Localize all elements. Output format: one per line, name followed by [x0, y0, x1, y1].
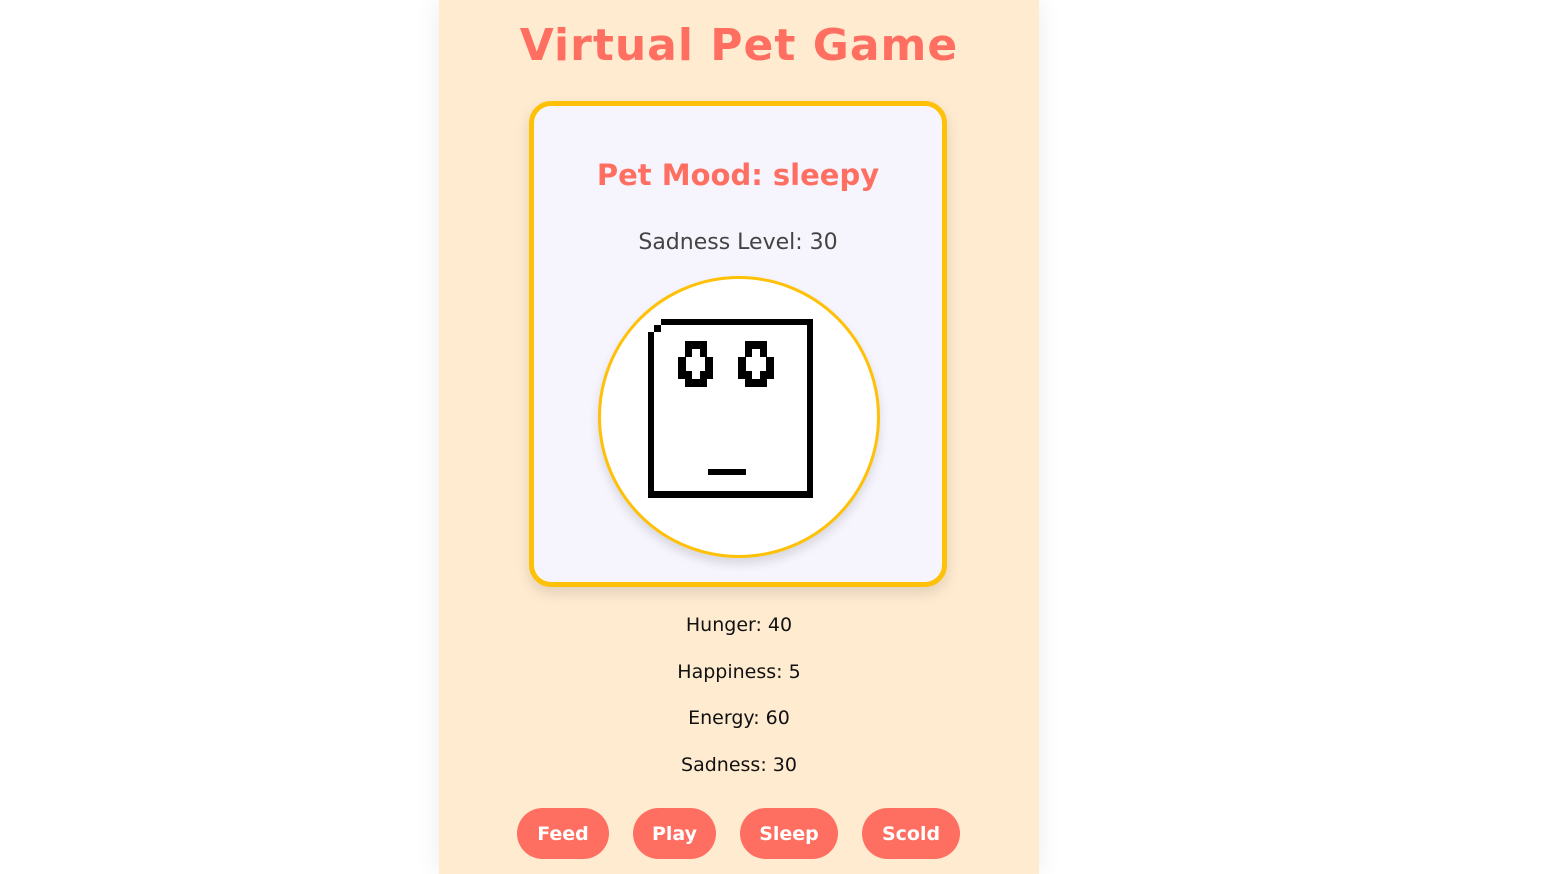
game-page: Virtual Pet Game Pet Mood: sleepy Sadnes…	[439, 0, 1039, 874]
action-buttons: Feed Play Sleep Scold	[439, 808, 1039, 859]
pet-mood: Pet Mood: sleepy	[596, 158, 880, 192]
sadness-level: Sadness Level: 30	[638, 230, 838, 255]
game-title: Virtual Pet Game	[519, 20, 959, 71]
stat-sadness: Sadness: 30	[681, 753, 797, 776]
play-button[interactable]: Play	[633, 808, 716, 859]
stat-energy: Energy: 60	[688, 707, 790, 729]
pet-stats: Hunger: 40 Happiness: 5 Energy: 60 Sadne…	[439, 610, 1039, 796]
feed-button[interactable]: Feed	[517, 808, 609, 859]
sleep-button[interactable]: Sleep	[740, 808, 838, 859]
pet-face-icon	[648, 319, 813, 498]
stat-hunger: Hunger: 40	[685, 614, 793, 636]
scold-button[interactable]: Scold	[862, 808, 960, 859]
pet-card: Pet Mood: sleepy Sadness Level: 30	[529, 101, 947, 587]
pet-avatar-circle[interactable]	[598, 276, 880, 558]
stat-happiness: Happiness: 5	[677, 660, 801, 683]
